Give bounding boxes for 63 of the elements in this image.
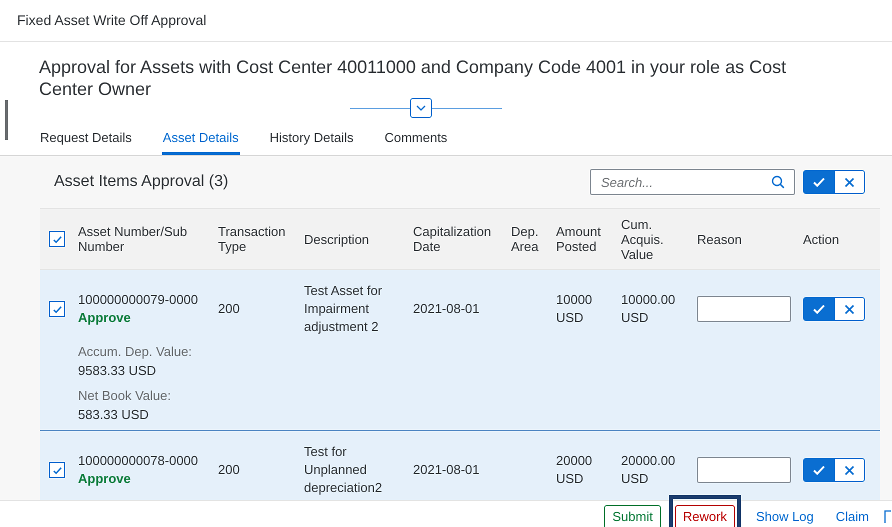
detail-label: Accum. Dep. Value: xyxy=(78,343,193,361)
app-title: Fixed Asset Write Off Approval xyxy=(17,11,206,30)
column-header: Description xyxy=(304,232,370,246)
checkbox[interactable] xyxy=(49,231,65,247)
detail-value: 583.33 USD xyxy=(78,406,150,424)
table-row[interactable]: 100000000079-0000 Approve 200 Test Asset for Impairment adjustment 2 2021-08-01 10000 USD 10000.00 USD Accum. Dep. Value: 9583.33 USD Net Book Value: 583.33 USD xyxy=(40,270,880,431)
column-header: Transaction Type xyxy=(218,224,286,254)
reject-button[interactable] xyxy=(834,458,865,482)
checkmark-icon xyxy=(52,234,62,244)
tab[interactable]: History Details xyxy=(268,123,354,155)
reason-field[interactable] xyxy=(697,457,791,483)
status-text: Approve xyxy=(78,470,132,488)
search-field[interactable]: Search... xyxy=(590,169,795,195)
table-row[interactable]: 100000000078-0000 Approve 200 Test for Unplanned depreciation2 2021-08-01 20000 USD 20000.00 USD xyxy=(40,431,880,500)
footer-button[interactable]: Submit xyxy=(604,505,661,527)
share-icon[interactable] xyxy=(884,510,892,524)
close-icon xyxy=(844,304,855,314)
reject-button[interactable] xyxy=(834,297,865,321)
table-title: Asset Items Approval (3) xyxy=(54,172,230,192)
table-cell-text: 200 xyxy=(218,461,241,479)
page-title: Approval for Assets with Cost Center 40011000 and Company Code 4001 in your role as Cost Center Owner xyxy=(39,56,788,100)
checkmark-icon xyxy=(52,464,62,476)
table-cell-text: Test for Unplanned depreciation2 xyxy=(304,443,384,497)
checkmark-icon xyxy=(812,175,826,189)
column-header: Cum. Acquis. Value xyxy=(621,216,665,262)
status-text: Approve xyxy=(78,309,132,327)
column-header: Asset Number/Sub Number xyxy=(78,224,188,254)
close-icon xyxy=(844,464,855,476)
table-cell-text: 20000.00 USD xyxy=(621,452,676,488)
resize-handle[interactable] xyxy=(5,100,8,140)
column-header: Amount Posted xyxy=(556,224,602,254)
detail-label: Net Book Value: xyxy=(78,387,172,405)
approve-button[interactable] xyxy=(803,458,834,482)
column-header: Action xyxy=(803,232,840,246)
reason-field[interactable] xyxy=(697,296,791,322)
detail-value: 9583.33 USD xyxy=(78,362,158,380)
tab[interactable]: Request Details xyxy=(39,123,133,155)
column-header: Dep. Area xyxy=(511,224,540,254)
table-cell-text: 10000.00 USD xyxy=(621,291,676,327)
column-header: Reason xyxy=(697,232,743,246)
asset-number: 100000000079-0000 xyxy=(78,291,200,309)
reject-button[interactable] xyxy=(834,170,865,194)
table-cell-text: 20000 USD xyxy=(556,452,594,488)
column-header: Capitalization Date xyxy=(413,224,492,254)
table-cell-text: 200 xyxy=(218,300,241,318)
expand-header-button[interactable] xyxy=(410,98,432,118)
approve-button[interactable] xyxy=(803,297,834,321)
table-cell-text: 2021-08-01 xyxy=(413,300,480,318)
chevron-down-icon xyxy=(416,105,426,111)
checkmark-icon xyxy=(812,302,826,316)
close-icon xyxy=(844,176,855,188)
checkbox[interactable] xyxy=(49,462,65,478)
tab[interactable]: Comments xyxy=(383,123,448,155)
asset-number: 100000000078-0000 xyxy=(78,452,200,470)
checkmark-icon xyxy=(812,463,826,477)
table-cell-text: 10000 USD xyxy=(556,291,594,327)
table-cell-text: Test Asset for Impairment adjustment 2 xyxy=(304,282,384,336)
footer-button[interactable]: Rework xyxy=(674,504,735,527)
table-cell-text: 2021-08-01 xyxy=(413,461,480,479)
checkmark-icon xyxy=(52,304,62,314)
approve-button[interactable] xyxy=(803,170,834,194)
search-icon[interactable] xyxy=(771,175,785,189)
checkbox[interactable] xyxy=(49,301,65,317)
